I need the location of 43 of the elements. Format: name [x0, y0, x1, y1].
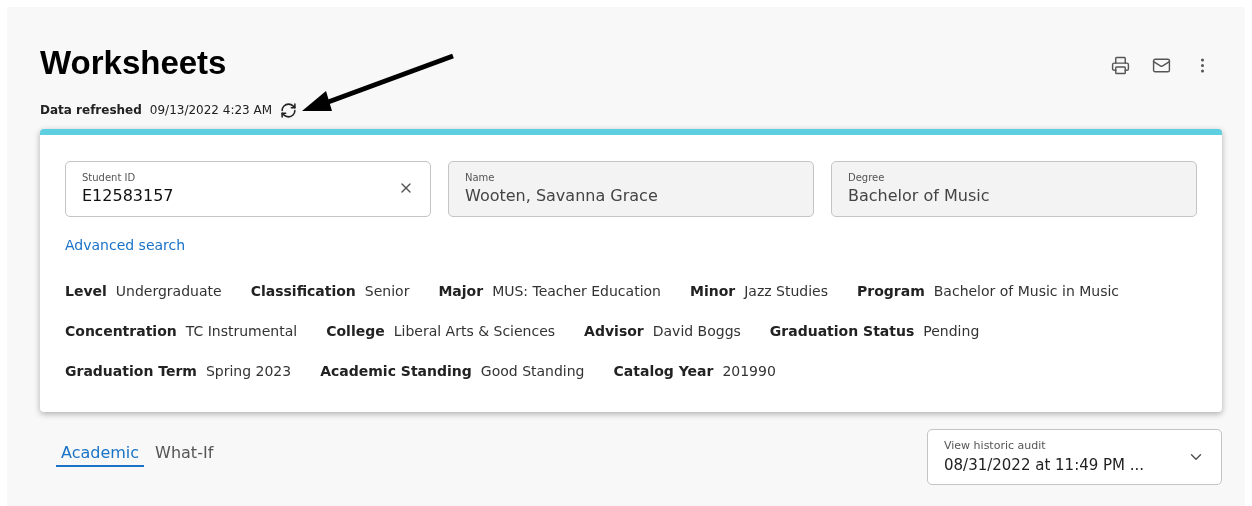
detail-label: Classification	[250, 282, 356, 301]
detail-label: Minor	[689, 282, 736, 301]
detail-value: Senior	[364, 282, 410, 301]
dropdown-label: View historic audit	[944, 437, 1046, 454]
field-value: E12583157	[82, 185, 174, 207]
detail-value: Bachelor of Music in Music	[933, 282, 1120, 301]
detail-value: Spring 2023	[205, 362, 292, 381]
print-icon[interactable]	[1111, 55, 1130, 75]
detail-label: College	[326, 322, 385, 341]
input-field[interactable]: Student ID E12583157	[65, 161, 431, 217]
detail-label: Major	[438, 282, 484, 301]
detail-value: Good Standing	[480, 362, 585, 381]
detail-value: Undergraduate	[115, 282, 222, 301]
detail-label: Catalog Year	[613, 362, 714, 381]
field-label: Degree	[848, 171, 886, 185]
detail-label: Graduation Term	[65, 362, 197, 381]
mail-icon[interactable]	[1152, 55, 1171, 75]
detail-value: Liberal Arts & Sciences	[393, 322, 556, 341]
detail-value: 201990	[722, 362, 776, 381]
tab[interactable]: What-If	[150, 441, 219, 467]
detail-value: TC Instrumental	[185, 322, 298, 341]
field-label: Name	[465, 171, 496, 185]
field-label: Student ID	[82, 171, 137, 185]
detail-label: Academic Standing	[320, 362, 472, 381]
detail-label: Concentration	[65, 322, 177, 341]
refresh-label: Data refreshed	[40, 102, 142, 119]
detail-label: Advisor	[584, 322, 644, 341]
advanced-search-link[interactable]: Advanced search	[65, 235, 186, 256]
detail-value: Pending	[923, 322, 980, 341]
refresh-icon[interactable]	[280, 101, 298, 119]
page-title: Worksheets	[40, 43, 227, 83]
field-value: Bachelor of Music	[848, 185, 990, 207]
detail-value: MUS: Teacher Education	[492, 282, 661, 301]
detail-label: Level	[65, 282, 107, 301]
tab[interactable]: Academic	[56, 441, 145, 467]
refresh-time: 09/13/2022 4:23 AM	[149, 102, 273, 119]
detail-label: Program	[857, 282, 925, 301]
field-value: Wooten, Savanna Grace	[465, 185, 658, 207]
detail-value: Jazz Studies	[744, 282, 828, 301]
detail-label: Graduation Status	[769, 322, 915, 341]
detail-value: David Boggs	[652, 322, 741, 341]
historic-audit-dropdown[interactable]: View historic audit 08/31/2022 at 11:49 PM ...	[927, 429, 1222, 485]
dropdown-value: 08/31/2022 at 11:49 PM ...	[944, 455, 1145, 476]
